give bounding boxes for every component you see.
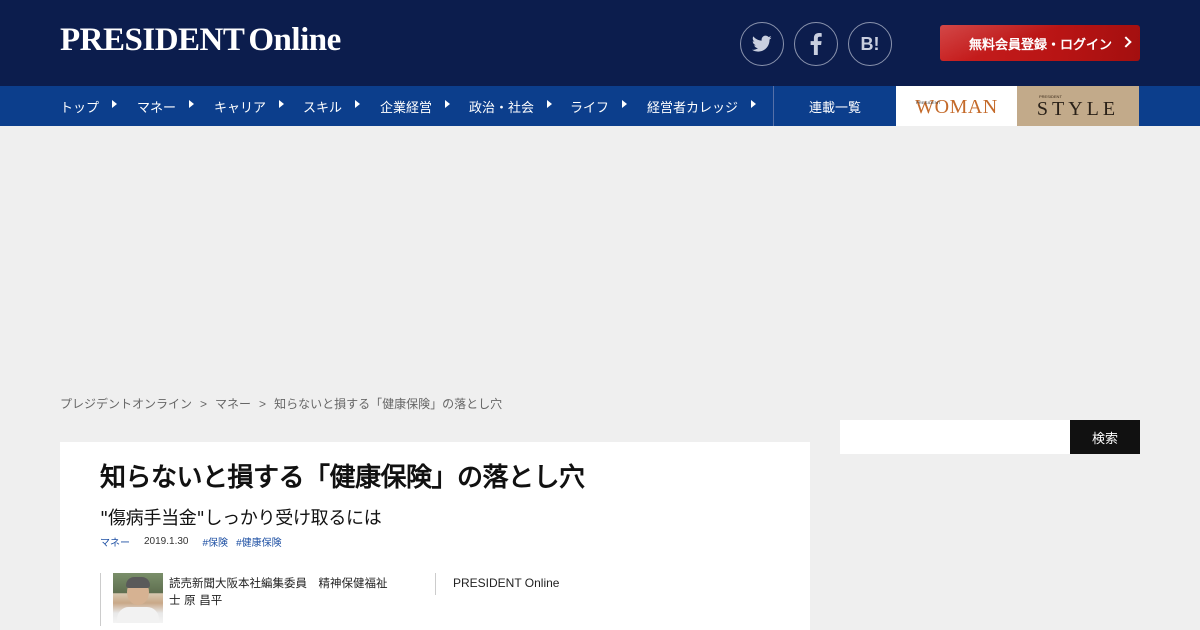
nav-item-top[interactable]: トップ	[60, 86, 118, 126]
logo-main: PRESIDENT	[60, 22, 245, 58]
nav-label: トップ	[60, 99, 100, 115]
site-header: PRESIDENT Online B! 無料会員登録・ログイン	[0, 0, 1200, 86]
search-input[interactable]	[840, 420, 1070, 454]
author-line-2: 士 原 昌平	[169, 593, 223, 607]
caret-right-icon	[445, 100, 451, 108]
breadcrumb-separator: >	[200, 397, 208, 411]
article-tag-link[interactable]: #保険	[203, 534, 229, 549]
publisher-name: PRESIDENT Online	[453, 576, 560, 590]
caret-right-icon	[112, 100, 118, 108]
article-category-link[interactable]: マネー	[100, 534, 130, 549]
article-date: 2019.1.30	[144, 536, 189, 547]
caret-right-icon	[751, 100, 757, 108]
nav-label: キャリア	[214, 99, 267, 115]
logo-sub: Online	[248, 22, 341, 58]
caret-right-icon	[622, 100, 628, 108]
style-logo: STYLE	[1036, 97, 1120, 120]
nav-label: 企業経営	[380, 99, 433, 115]
article-tag-link[interactable]: #健康保険	[236, 534, 282, 549]
author-credit: 読売新聞大阪本社編集委員 精神保健福祉 士 原 昌平	[169, 575, 409, 609]
chevron-right-icon	[1120, 36, 1132, 48]
nav-item-politics[interactable]: 政治・社会	[469, 86, 553, 126]
site-logo[interactable]: PRESIDENT Online	[60, 22, 341, 59]
nav-label: 経営者カレッジ	[647, 99, 739, 115]
nav-item-skill[interactable]: スキル	[303, 86, 361, 126]
article-title: 知らないと損する「健康保険」の落とし穴	[100, 463, 585, 493]
caret-right-icon	[547, 100, 553, 108]
search-button[interactable]: 検索	[1070, 420, 1140, 454]
nav-label: ライフ	[570, 99, 610, 115]
hatena-bookmark-icon: B!	[860, 33, 880, 54]
caret-right-icon	[355, 100, 361, 108]
facebook-icon	[810, 33, 822, 55]
author-line-1: 読売新聞大阪本社編集委員 精神保健福祉	[169, 576, 388, 590]
woman-logo: WOMAN	[915, 95, 998, 118]
twitter-share-button[interactable]	[740, 22, 784, 66]
caret-right-icon	[189, 100, 195, 108]
nav-label: スキル	[303, 99, 343, 115]
nav-label: マネー	[137, 99, 177, 115]
breadcrumb: プレジデントオンライン > マネー > 知らないと損する「健康保険」の落とし穴	[60, 395, 502, 412]
article-header-card: 知らないと損する「健康保険」の落とし穴 "傷病手当金"しっかり受け取るには マネ…	[60, 442, 810, 630]
login-label: 無料会員登録・ログイン	[969, 36, 1113, 52]
register-login-button[interactable]: 無料会員登録・ログイン	[940, 25, 1140, 61]
style-logo-small: PRESIDENT	[1039, 94, 1062, 99]
president-woman-link[interactable]: PRESIDENT WOMAN	[896, 86, 1017, 126]
twitter-icon	[752, 35, 772, 52]
nav-item-executive-college[interactable]: 経営者カレッジ	[647, 86, 757, 126]
president-style-link[interactable]: PRESIDENT STYLE	[1017, 86, 1139, 126]
article-meta: マネー 2019.1.30 #保険 #健康保険	[100, 534, 282, 549]
author-info[interactable]: 読売新聞大阪本社編集委員 精神保健福祉 士 原 昌平	[100, 573, 440, 626]
author-avatar	[113, 573, 163, 623]
nav-item-money[interactable]: マネー	[137, 86, 195, 126]
caret-right-icon	[279, 100, 285, 108]
nav-label: 政治・社会	[469, 99, 535, 115]
article-subtitle: "傷病手当金"しっかり受け取るには	[100, 508, 382, 529]
breadcrumb-home[interactable]: プレジデントオンライン	[60, 397, 192, 411]
nav-item-life[interactable]: ライフ	[570, 86, 628, 126]
nav-item-serials[interactable]: 連載一覧	[774, 86, 896, 126]
breadcrumb-category[interactable]: マネー	[215, 397, 251, 411]
nav-item-career[interactable]: キャリア	[214, 86, 285, 126]
author-divider	[435, 573, 436, 595]
breadcrumb-current: 知らないと損する「健康保険」の落とし穴	[274, 397, 503, 411]
woman-logo-small: PRESIDENT	[916, 100, 941, 105]
facebook-share-button[interactable]	[794, 22, 838, 66]
nav-item-business[interactable]: 企業経営	[380, 86, 451, 126]
breadcrumb-separator: >	[259, 397, 267, 411]
hatena-bookmark-button[interactable]: B!	[848, 22, 892, 66]
